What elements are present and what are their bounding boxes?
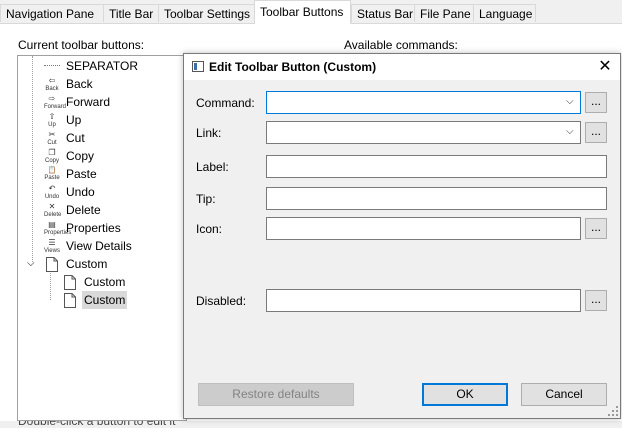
delete-icon: ✕ Delete [44,202,62,219]
tab-title-bar[interactable]: Title Bar [103,4,159,22]
label-label: Label: [196,160,229,174]
properties-icon: ▤ Properties [44,220,71,237]
tab-label: Navigation Pane [6,7,95,21]
icon-caption: Views [44,248,60,254]
undo-icon: ↶ Undo [44,184,60,201]
tab-label: File Pane [420,7,471,21]
toolbar-buttons-tree[interactable]: SEPARATOR ⇦ Back Back ⇨ Forward Forward ⇧ U… [17,55,187,421]
dialog-title: Edit Toolbar Button (Custom) [209,60,377,74]
close-icon[interactable]: ✕ [590,54,620,80]
icon-glyph: ⇨ [48,94,56,103]
ok-button[interactable]: OK [422,383,508,406]
icon-label: Icon: [196,222,223,236]
command-combobox[interactable]: ⌵ [266,91,581,114]
tree-item-label: Custom [84,275,126,289]
view-details-icon: ☰ Views [44,238,60,255]
edit-toolbar-button-dialog: Edit Toolbar Button (Custom) ✕ Command: … [183,53,621,419]
tree-item-label: Copy [66,149,95,163]
paste-icon: 📋 Paste [44,167,60,181]
icon-caption: Cut [47,140,57,146]
icon-caption: Undo [44,194,60,200]
tree-connector [32,56,33,262]
tab-toolbar-settings[interactable]: Toolbar Settings [158,4,255,22]
icon-caption: Forward [44,104,67,110]
separator-icon [44,59,60,73]
icon-glyph: 📋 [47,167,57,174]
back-icon: ⇦ Back [44,76,60,93]
icon-glyph: ▤ [48,220,56,229]
up-icon: ⇧ Up [44,112,60,129]
disabled-label: Disabled: [196,294,247,308]
disabled-browse-button[interactable]: ... [585,290,607,311]
file-icon [62,293,78,308]
forward-icon: ⇨ Forward [44,94,66,111]
available-commands-label: Available commands: [344,38,458,52]
tree-item-label: View Details [66,239,132,253]
tip-input[interactable] [266,187,607,210]
current-toolbar-buttons-label: Current toolbar buttons: [18,38,145,52]
tab-file-pane[interactable]: File Pane [414,4,474,22]
cancel-button[interactable]: Cancel [521,383,607,406]
icon-glyph: ⇦ [48,76,56,85]
chevron-down-icon[interactable]: ⌵ [566,126,576,138]
restore-defaults-button[interactable]: Restore defaults [198,383,354,406]
tree-item-label: Properties [66,221,121,235]
tree-item-label: Up [66,113,82,127]
icon-browse-button[interactable]: ... [585,218,607,239]
tree-item-label: Paste [66,167,97,181]
icon-caption: Up [48,122,56,128]
chevron-down-icon[interactable]: ⌵ [27,259,35,269]
tree-item-label: Undo [66,185,95,199]
icon-glyph: ↶ [48,184,56,193]
link-combobox[interactable]: ⌵ [266,121,581,144]
cut-icon: ✂ Cut [44,130,60,147]
tree-item-label: Cut [66,131,85,145]
link-label: Link: [196,126,222,140]
tab-label: Toolbar Settings [164,7,251,21]
tree-item-label: Back [66,77,93,91]
icon-caption: Paste [44,175,60,181]
command-label: Command: [196,96,255,110]
tab-label: Status Bar [357,7,414,21]
tip-label: Tip: [196,192,216,206]
link-browse-button[interactable]: ... [585,122,607,143]
icon-glyph: ❐ [48,148,56,157]
chevron-down-icon[interactable]: ⌵ [566,96,576,108]
tab-navigation-pane[interactable]: Navigation Pane [0,4,104,22]
icon-caption: Back [45,86,59,92]
tree-item-label: Custom [66,257,108,271]
label-input[interactable] [266,155,607,178]
window-icon [192,61,204,72]
icon-glyph: ⇧ [48,112,56,121]
tab-toolbar-buttons[interactable]: Toolbar Buttons [254,0,351,24]
tree-connector [50,270,51,300]
tab-language[interactable]: Language [473,4,536,22]
command-browse-button[interactable]: ... [585,92,607,113]
icon-caption: Delete [44,212,62,218]
icon-caption: Copy [44,158,59,164]
file-icon [44,257,60,272]
icon-glyph: ✕ [48,202,56,211]
file-icon [62,275,78,290]
tree-item-label: Forward [66,95,111,109]
icon-glyph: ☰ [48,238,56,247]
resize-grip-icon[interactable] [608,406,618,416]
tab-label: Language [479,7,533,21]
tree-item-label: Delete [66,203,101,217]
copy-icon: ❐ Copy [44,148,60,165]
tab-label: Toolbar Buttons [260,5,344,19]
disabled-input[interactable] [266,289,581,312]
tree-item-label: Custom [82,291,128,309]
icon-input[interactable] [266,217,581,240]
dialog-title-bar: Edit Toolbar Button (Custom) ✕ [184,54,620,80]
icon-glyph: ✂ [48,130,56,139]
tab-status-bar[interactable]: Status Bar [351,4,415,22]
tab-label: Title Bar [109,7,154,21]
tree-item-label: SEPARATOR [66,59,139,73]
